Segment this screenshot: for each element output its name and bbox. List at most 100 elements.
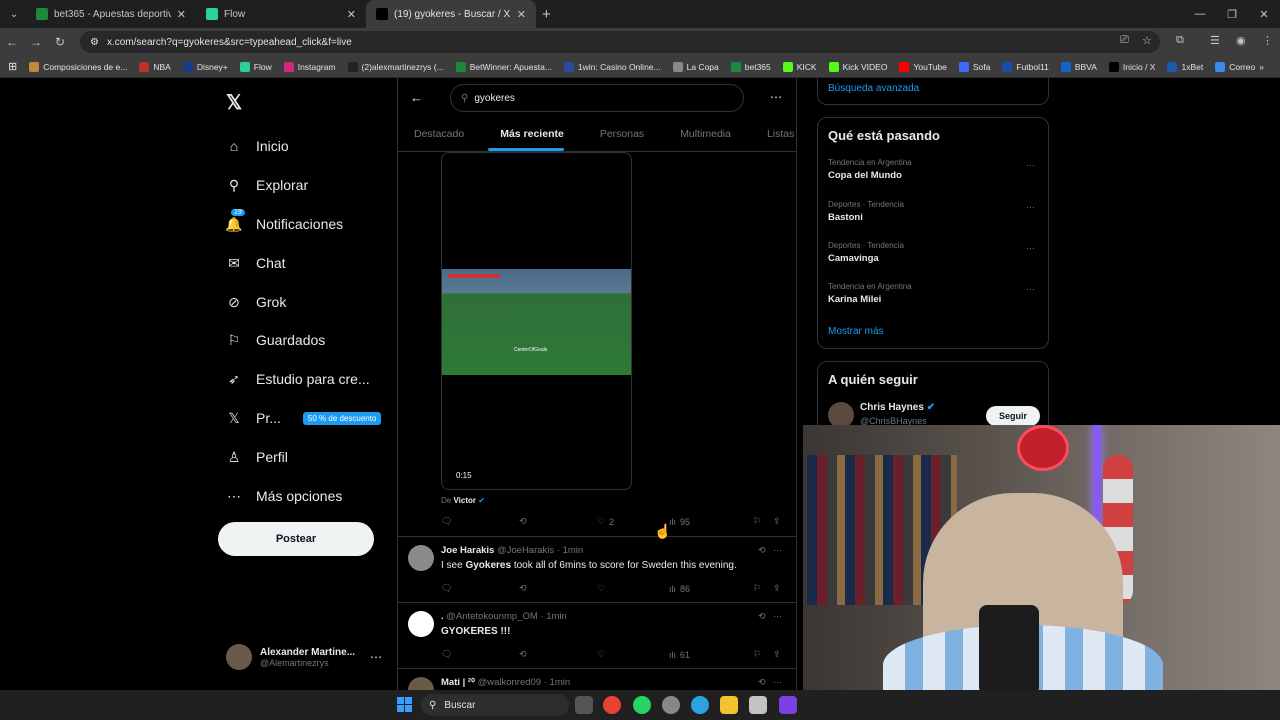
forward-icon[interactable]: → <box>24 35 48 49</box>
tweet-author[interactable]: Mati | ²⁰ <box>441 677 475 688</box>
search-tab[interactable]: Destacado <box>398 124 472 151</box>
search-tab[interactable]: Multimedia <box>652 124 739 151</box>
account-switcher[interactable]: Alexander Martine... @Alemartinezrys ⋯ <box>226 644 382 670</box>
nav-item[interactable]: ⋯ Más opciones <box>226 488 342 505</box>
bookmark-item[interactable]: KICK <box>782 61 817 72</box>
bookmark-item[interactable]: (2)alexmartinezrys (... <box>347 61 444 72</box>
bookmark-item[interactable]: Inicio / X <box>1108 61 1155 72</box>
share-icon[interactable]: ⇪ <box>773 649 781 660</box>
nav-item[interactable]: ✉ Chat <box>226 255 285 272</box>
x-logo-icon[interactable]: 𝕏 <box>226 90 242 115</box>
bookmark-item[interactable]: Sofa <box>958 61 990 72</box>
profile-icon[interactable]: ◉ <box>1236 34 1246 47</box>
advanced-search-link[interactable]: Búsqueda avanzada <box>828 83 919 94</box>
telegram-icon[interactable] <box>691 696 709 714</box>
views-button[interactable]: ılı 86 <box>669 583 753 594</box>
trend-more-icon[interactable]: ⋯ <box>1026 284 1035 295</box>
bookmark-icon[interactable]: ⚐ <box>753 583 773 594</box>
menu-icon[interactable]: ⋮ <box>1262 34 1273 47</box>
trend-more-icon[interactable]: ⋯ <box>1026 202 1035 213</box>
bookmark-item[interactable]: Instagram <box>283 61 336 72</box>
trend-item[interactable]: Tendencia en Argentina Karina Milei <box>828 282 912 305</box>
repost-icon[interactable]: ⟲ <box>519 583 597 594</box>
nav-item[interactable]: ♙ Perfil <box>226 449 288 466</box>
start-icon[interactable] <box>397 697 412 712</box>
tweet-more-icon[interactable]: ⟲ ⋯ <box>758 677 782 688</box>
like-icon[interactable]: ♡ <box>597 649 669 660</box>
tweet-author[interactable]: . <box>441 611 444 622</box>
search-input[interactable]: ⚲ gyokeres <box>450 84 744 112</box>
tab-search-button[interactable]: ⌄ <box>2 4 26 24</box>
trend-item[interactable]: Deportes · Tendencia Bastoni <box>828 200 904 223</box>
close-window-icon[interactable]: ✕ <box>1248 0 1280 28</box>
tweet-time[interactable]: 1min <box>546 611 567 622</box>
avatar[interactable] <box>408 611 434 637</box>
steam-icon[interactable] <box>662 696 680 714</box>
chrome-icon[interactable] <box>603 696 621 714</box>
views-button[interactable]: ılı 95 <box>669 516 753 527</box>
bookmark-item[interactable]: BBVA <box>1060 61 1097 72</box>
browser-tab[interactable]: (19) gyokeres - Buscar / X ✕ <box>366 0 536 28</box>
bookmark-item[interactable]: Flow <box>239 61 272 72</box>
back-icon[interactable]: ← <box>0 35 24 49</box>
more-bookmarks-icon[interactable]: » <box>1259 62 1264 72</box>
more-icon[interactable]: ⋯ <box>370 650 382 664</box>
close-tab-icon[interactable]: ✕ <box>177 8 186 21</box>
tweet-handle[interactable]: @walkonred09 <box>478 677 542 688</box>
share-icon[interactable]: ⇪ <box>773 583 781 594</box>
repost-icon[interactable]: ⟲ <box>519 649 597 660</box>
avatar[interactable] <box>408 677 434 690</box>
extensions-icon[interactable]: ⧉ <box>1176 34 1184 47</box>
search-tab[interactable]: Personas <box>572 124 652 151</box>
video-source[interactable]: De Victor ✔ <box>441 496 485 505</box>
apps-grid-icon[interactable] <box>779 696 797 714</box>
repost-icon[interactable]: ⟲ <box>519 516 597 527</box>
post-button[interactable]: Postear <box>218 522 374 556</box>
bookmark-item[interactable]: Composiciones de e... <box>29 61 127 72</box>
apps-icon[interactable]: ⊞ <box>8 60 17 73</box>
cast-icon[interactable]: ⎚ <box>1120 34 1129 47</box>
task-view-icon[interactable] <box>575 696 593 714</box>
file-explorer-icon[interactable] <box>720 696 738 714</box>
search-options-icon[interactable]: ⋯ <box>770 90 782 104</box>
bookmark-item[interactable]: bet365 <box>730 61 771 72</box>
nav-item[interactable]: 𝕏 Pr... 50 % de descuento <box>226 410 382 426</box>
tweet-time[interactable]: 1min <box>563 545 584 556</box>
share-icon[interactable]: ⇪ <box>773 516 781 527</box>
tweet-more-icon[interactable]: ⟲ ⋯ <box>758 611 782 622</box>
taskbar-search[interactable]: ⚲ Buscar <box>421 694 569 716</box>
bookmark-item[interactable]: Disney+ <box>182 61 228 72</box>
bookmark-item[interactable]: 1win: Casino Online... <box>563 61 661 72</box>
reply-icon[interactable]: 🗨 <box>441 649 519 660</box>
tweet[interactable]: . @Antetokounmp_OM · 1min ⟲ ⋯ GYOKERES !… <box>398 602 796 668</box>
restore-icon[interactable]: ❐ <box>1216 0 1248 28</box>
browser-tab[interactable]: Flow ✕ <box>196 0 366 28</box>
bookmark-item[interactable]: La Copa <box>672 61 719 72</box>
back-arrow-icon[interactable]: ← <box>410 90 423 105</box>
bookmark-item[interactable]: BetWinner: Apuesta... <box>455 61 552 72</box>
reply-icon[interactable]: 🗨 <box>441 583 519 594</box>
close-tab-icon[interactable]: ✕ <box>347 8 356 21</box>
whatsapp-icon[interactable] <box>633 696 651 714</box>
url-input[interactable]: ⚙ x.com/search?q=gyokeres&src=typeahead_… <box>80 31 1160 53</box>
nav-item[interactable]: 🔔 19 Notificaciones <box>225 209 343 232</box>
tweet[interactable]: Mati | ²⁰ @walkonred09 · 1min ⟲ ⋯ 🗨 ⟲ ♡ … <box>398 668 796 690</box>
views-button[interactable]: ılı 61 <box>669 649 753 660</box>
bookmark-item[interactable]: Futbol11 <box>1002 61 1049 72</box>
media-icon[interactable]: ☰ <box>1210 34 1220 47</box>
minimize-icon[interactable]: — <box>1184 0 1216 28</box>
site-info-icon[interactable]: ⚙ <box>90 37 99 48</box>
trend-item[interactable]: Deportes · Tendencia Camavinga <box>828 241 904 264</box>
bookmark-item[interactable]: YouTube <box>899 61 947 72</box>
reply-icon[interactable]: 🗨 <box>441 516 519 527</box>
trend-item[interactable]: Tendencia en Argentina Copa del Mundo <box>828 158 912 181</box>
bookmark-icon[interactable]: ⚐ <box>753 649 773 660</box>
tweet-handle[interactable]: @Antetokounmp_OM <box>446 611 538 622</box>
tweet[interactable]: Joe Harakis @JoeHarakis · 1min ⟲ ⋯ I see… <box>398 536 796 602</box>
nav-item[interactable]: ➶ Estudio para cre... <box>226 371 370 388</box>
new-tab-button[interactable]: + <box>542 6 551 23</box>
nav-item[interactable]: ⚲ Explorar <box>226 177 308 194</box>
show-more-link[interactable]: Mostrar más <box>828 326 884 337</box>
nav-item[interactable]: ⌂ Inicio <box>226 138 289 154</box>
trend-more-icon[interactable]: ⋯ <box>1026 243 1035 254</box>
